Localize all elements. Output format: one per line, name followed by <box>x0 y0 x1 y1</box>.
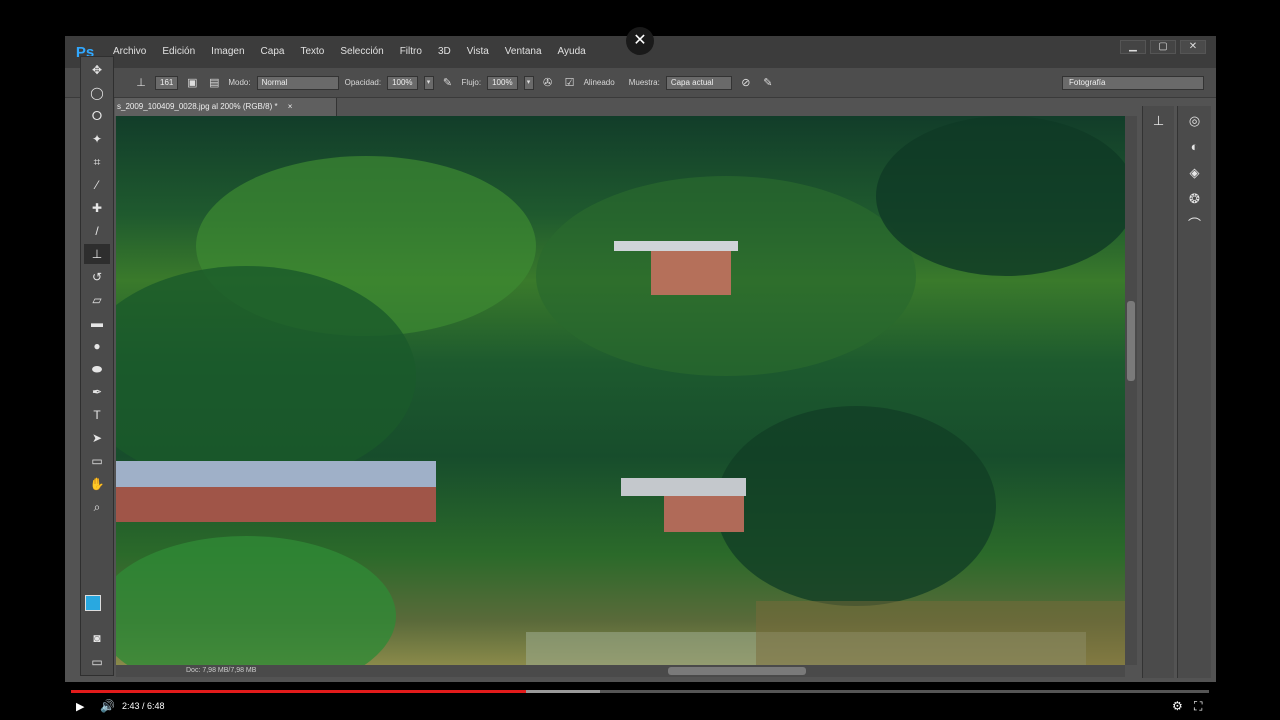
video-progress-bar[interactable] <box>71 690 1209 693</box>
type-icon[interactable]: T <box>84 405 110 425</box>
panel-dock-1: ⊥ <box>1142 106 1174 678</box>
path-selection-icon[interactable]: ➤ <box>84 428 110 448</box>
tools-panel: ✥ ◯ ⵔ ✦ ⌗ ⁄ ✚ / ⊥ ↺ ▱ ▬ ● ⬬ ✒ T ➤ ▭ ✋ ⌕ … <box>80 56 114 676</box>
clone-stamp-preset-icon[interactable]: ⊥ <box>133 75 149 91</box>
menu-vista[interactable]: Vista <box>459 36 497 68</box>
mode-label: Modo: <box>228 78 251 87</box>
crop-icon[interactable]: ⌗ <box>84 152 110 172</box>
paths-panel-icon[interactable]: ⌒ <box>1182 214 1208 236</box>
opacity-label: Opacidad: <box>344 78 382 87</box>
video-controls: ▶ 🔊 2:43 / 6:48 ⚙ ⛶ <box>0 696 1280 720</box>
tree-cluster <box>716 406 996 606</box>
aligned-label: Alineado <box>583 78 615 87</box>
eraser-icon[interactable]: ▱ <box>84 290 110 310</box>
document-size: Doc: 7,98 MB/7,98 MB <box>186 667 257 674</box>
gradient-icon[interactable]: ▬ <box>84 313 110 333</box>
menu-texto[interactable]: Texto <box>292 36 332 68</box>
menu-ayuda[interactable]: Ayuda <box>550 36 594 68</box>
house-top <box>651 251 731 295</box>
brush-icon[interactable]: / <box>84 221 110 241</box>
menu-3d[interactable]: 3D <box>430 36 459 68</box>
pressure-opacity-icon[interactable]: ✎ <box>440 75 456 91</box>
menu-edicion[interactable]: Edición <box>154 36 203 68</box>
horizontal-scrollbar[interactable] <box>345 665 1125 677</box>
sample-select[interactable]: Capa actual <box>665 75 732 90</box>
ellipse-marquee-icon[interactable]: ◯ <box>84 83 110 103</box>
magic-wand-icon[interactable]: ✦ <box>84 129 110 149</box>
dodge-icon[interactable]: ⬬ <box>84 359 110 379</box>
foreground-color-swatch[interactable] <box>85 595 101 611</box>
clone-stamp-icon[interactable]: ⊥ <box>84 244 110 264</box>
dark-forest <box>876 116 1125 276</box>
image-canvas[interactable] <box>116 116 1125 665</box>
hand-icon[interactable]: ✋ <box>84 474 110 494</box>
navigator-panel-icon[interactable]: ◎ <box>1182 110 1208 132</box>
layers-panel-icon[interactable]: ◈ <box>1182 162 1208 184</box>
move-tool-icon[interactable]: ✥ <box>84 60 110 80</box>
flow-label: Flujo: <box>461 78 482 87</box>
volume-icon[interactable]: 🔊 <box>100 699 115 713</box>
menu-seleccion[interactable]: Selección <box>332 36 391 68</box>
document-tab-close-icon[interactable]: × <box>288 102 293 111</box>
menu-imagen[interactable]: Imagen <box>203 36 252 68</box>
minimize-button[interactable]: ▁ <box>1120 40 1146 54</box>
screen-mode-icon[interactable]: ▭ <box>84 652 110 672</box>
menu-ventana[interactable]: Ventana <box>497 36 550 68</box>
pen-icon[interactable]: ✒ <box>84 382 110 402</box>
aligned-checkbox[interactable]: ☑ <box>562 75 578 91</box>
menu-capa[interactable]: Capa <box>253 36 293 68</box>
blur-icon[interactable]: ● <box>84 336 110 356</box>
flow-dropdown-icon[interactable]: ▾ <box>523 75 534 90</box>
flow-field[interactable]: 100% <box>487 75 518 90</box>
fullscreen-exit-icon[interactable]: ⛶ <box>1194 699 1202 714</box>
video-played-bar <box>71 690 527 693</box>
clone-source-panel-icon[interactable]: ⊥ <box>1146 110 1172 132</box>
document-tab[interactable]: s_2009_100409_0028.jpg al 200% (RGB/8) *… <box>115 98 337 116</box>
pressure-size-icon[interactable]: ✎ <box>760 75 776 91</box>
history-brush-icon[interactable]: ↺ <box>84 267 110 287</box>
toggle-clone-source-icon[interactable]: ▤ <box>206 75 222 91</box>
bushes <box>116 536 396 665</box>
menu-filtro[interactable]: Filtro <box>392 36 430 68</box>
long-building <box>116 487 436 522</box>
status-bar: Doc: 7,98 MB/7,98 MB <box>116 665 345 677</box>
settings-icon[interactable]: ⚙ <box>1172 699 1183 713</box>
zoom-icon[interactable]: ⌕ <box>84 497 110 517</box>
quick-mask-icon[interactable]: ◙ <box>84 628 110 648</box>
window-controls: ▁ ▢ ✕ <box>1120 40 1206 54</box>
video-time: 2:43 / 6:48 <box>122 701 165 711</box>
ignore-adjustment-layers-icon[interactable]: ⊘ <box>738 75 754 91</box>
photoshop-window: Ps Archivo Edición Imagen Capa Texto Sel… <box>65 36 1216 682</box>
adjustments-panel-icon[interactable]: ◐ <box>1182 136 1208 158</box>
toggle-brush-panel-icon[interactable]: ▣ <box>184 75 200 91</box>
opacity-field[interactable]: 100% <box>387 75 418 90</box>
rectangle-shape-icon[interactable]: ▭ <box>84 451 110 471</box>
opacity-dropdown-icon[interactable]: ▾ <box>423 75 434 90</box>
house-top-roof <box>614 241 738 251</box>
options-bar: ⊥ 161 ▣ ▤ Modo: Normal Opacidad: 100% ▾ … <box>65 68 1216 98</box>
play-icon[interactable]: ▶ <box>76 700 84 713</box>
vertical-scroll-thumb[interactable] <box>1127 301 1135 381</box>
panel-dock-2: ◎ ◐ ◈ ❂ ⌒ <box>1177 106 1211 678</box>
close-icon[interactable]: ✕ <box>626 27 654 55</box>
maximize-button[interactable]: ▢ <box>1150 40 1176 54</box>
close-window-button[interactable]: ✕ <box>1180 40 1206 54</box>
eyedropper-icon[interactable]: ⁄ <box>84 175 110 195</box>
healing-brush-icon[interactable]: ✚ <box>84 198 110 218</box>
lasso-icon[interactable]: ⵔ <box>84 106 110 126</box>
house-middle <box>664 496 744 532</box>
dry-field <box>756 601 1125 665</box>
sample-label: Muestra: <box>628 78 660 87</box>
horizontal-scroll-thumb[interactable] <box>668 667 806 675</box>
workspace-select[interactable]: Fotografía <box>1062 76 1204 90</box>
document-tab-title: s_2009_100409_0028.jpg al 200% (RGB/8) * <box>117 102 278 111</box>
vertical-scrollbar[interactable] <box>1125 116 1137 665</box>
long-building-roof <box>116 461 436 487</box>
brush-size-field[interactable]: 161 <box>155 75 179 90</box>
mode-select[interactable]: Normal <box>256 75 339 90</box>
house-middle-roof <box>621 478 746 496</box>
channels-panel-icon[interactable]: ❂ <box>1182 188 1208 210</box>
airbrush-icon[interactable]: ✇ <box>540 75 556 91</box>
